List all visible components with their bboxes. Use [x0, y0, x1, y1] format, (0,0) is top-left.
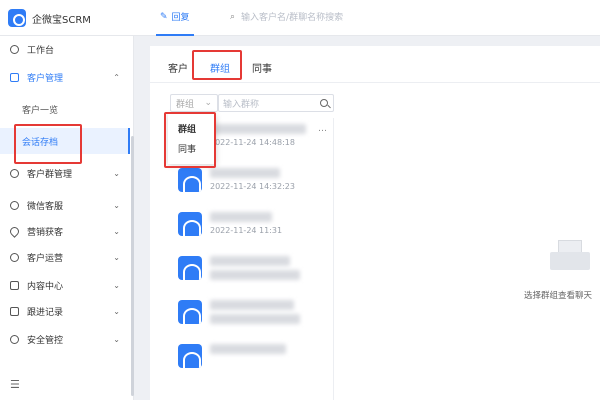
group-time: 2022-11-24 14:32:23	[210, 182, 295, 191]
list-item[interactable]	[178, 338, 328, 382]
operate-icon	[10, 252, 19, 262]
list-item[interactable]	[178, 250, 328, 294]
list-item[interactable]: 2022-11-24 11:31	[178, 206, 328, 250]
highlight-group-tab	[192, 50, 242, 80]
sidebar-item-label: 客户群管理	[27, 169, 73, 180]
sidebar: 工作台 客户管理 ⌃ 客户一览 会话存档 客户群管理 ⌄ 微信客服 ⌄ 营销获客…	[0, 36, 134, 400]
group-time: 2022-11-24 14:48:18	[210, 138, 295, 147]
record-icon	[10, 306, 19, 316]
tab-customer[interactable]: 客户	[168, 60, 188, 75]
filter-value: 群组	[176, 99, 195, 110]
sidebar-item-label: 安全管控	[27, 335, 64, 346]
top-search-input[interactable]: ⌕ 输入客户名/群聊名称搜索	[230, 10, 344, 24]
chevron-down-icon: ⌄	[113, 168, 120, 178]
more-icon[interactable]: …	[318, 124, 327, 134]
location-icon	[8, 224, 21, 238]
sidebar-item-security[interactable]: 安全管控 ⌄	[0, 326, 130, 352]
group-avatar	[178, 168, 202, 192]
sidebar-item-content-center[interactable]: 内容中心 ⌄	[0, 272, 130, 298]
sidebar-item-wechat-service[interactable]: 微信客服 ⌄	[0, 192, 130, 218]
home-icon	[10, 44, 19, 54]
empty-state-illustration	[550, 240, 590, 270]
app-logo-icon	[8, 9, 26, 27]
tab-colleague[interactable]: 同事	[252, 60, 272, 75]
group-name-blurred	[210, 168, 280, 178]
sidebar-item-label: 微信客服	[27, 201, 64, 212]
brand[interactable]: 企微宝SCRM	[8, 9, 91, 27]
group-name-blurred	[210, 212, 272, 222]
list-item[interactable]	[178, 294, 328, 338]
main-panel: 客户 群组 同事 群组 ⌄ 输入群称 2022-11-24 14:48:18 ……	[150, 46, 600, 400]
reply-icon: ✎	[160, 11, 168, 22]
sidebar-item-label: 工作台	[27, 45, 55, 56]
sidebar-item-customer-management[interactable]: 客户管理 ⌃	[0, 64, 130, 90]
group-name-blurred	[210, 344, 286, 354]
top-tab-underline	[156, 34, 194, 36]
group-time: 2022-11-24 11:31	[210, 226, 283, 235]
sidebar-item-label: 客户一览	[22, 105, 59, 116]
top-search-placeholder: 输入客户名/群聊名称搜索	[241, 13, 344, 23]
group-avatar	[178, 256, 202, 280]
search-icon: ⌕	[230, 11, 236, 22]
group-name-blurred	[210, 256, 290, 266]
chevron-down-icon: ⌄	[113, 200, 120, 210]
empty-state-text: 选择群组查看聊天	[524, 291, 593, 301]
group-search-input[interactable]: 输入群称	[218, 94, 334, 112]
tabs-divider	[150, 82, 600, 83]
group-name-blurred	[210, 300, 294, 310]
chevron-down-icon: ⌄	[113, 252, 120, 262]
group-time-blurred	[210, 270, 300, 280]
group-icon	[10, 168, 19, 178]
collapse-menu-icon[interactable]: ☰	[10, 378, 20, 391]
users-icon	[10, 72, 19, 82]
sidebar-item-label: 客户管理	[27, 73, 64, 84]
service-icon	[10, 200, 19, 210]
sidebar-item-workbench[interactable]: 工作台	[0, 36, 130, 62]
group-avatar	[178, 344, 202, 368]
type-filter-select[interactable]: 群组 ⌄	[170, 94, 218, 112]
list-item[interactable]: 2022-11-24 14:32:23	[178, 162, 328, 206]
sidebar-item-label: 客户运营	[27, 253, 64, 264]
sidebar-item-label: 内容中心	[27, 281, 64, 292]
chevron-down-icon: ⌄	[204, 98, 212, 108]
chevron-down-icon: ⌄	[113, 226, 120, 236]
group-name-blurred	[210, 124, 306, 134]
group-avatar	[178, 212, 202, 236]
content-icon	[10, 280, 19, 290]
top-tab-label: 回复	[171, 13, 190, 23]
sidebar-item-marketing[interactable]: 营销获客 ⌄	[0, 218, 130, 244]
highlight-dropdown	[164, 112, 216, 168]
top-tab-reply[interactable]: ✎ 回复	[156, 10, 194, 36]
chevron-down-icon: ⌄	[113, 280, 120, 290]
shield-icon	[10, 334, 19, 344]
empty-tray-shape	[550, 252, 590, 270]
sidebar-item-customer-operation[interactable]: 客户运营 ⌄	[0, 244, 130, 270]
highlight-session-archive	[14, 124, 82, 164]
app-name: 企微宝SCRM	[32, 14, 91, 26]
group-time-blurred	[210, 314, 300, 324]
group-avatar	[178, 300, 202, 324]
top-bar: 企微宝SCRM ✎ 回复 ⌕ 输入客户名/群聊名称搜索	[0, 0, 600, 36]
chevron-up-icon: ⌃	[113, 72, 120, 82]
chevron-down-icon: ⌄	[113, 306, 120, 316]
sidebar-item-label: 营销获客	[27, 227, 64, 238]
sidebar-item-follow-records[interactable]: 跟进记录 ⌄	[0, 298, 130, 324]
sidebar-scrollbar[interactable]	[131, 136, 134, 396]
search-placeholder: 输入群称	[223, 99, 260, 110]
sidebar-item-customer-overview[interactable]: 客户一览	[0, 96, 130, 122]
chevron-down-icon: ⌄	[113, 334, 120, 344]
search-icon	[320, 99, 328, 107]
sidebar-item-label: 跟进记录	[27, 307, 64, 318]
